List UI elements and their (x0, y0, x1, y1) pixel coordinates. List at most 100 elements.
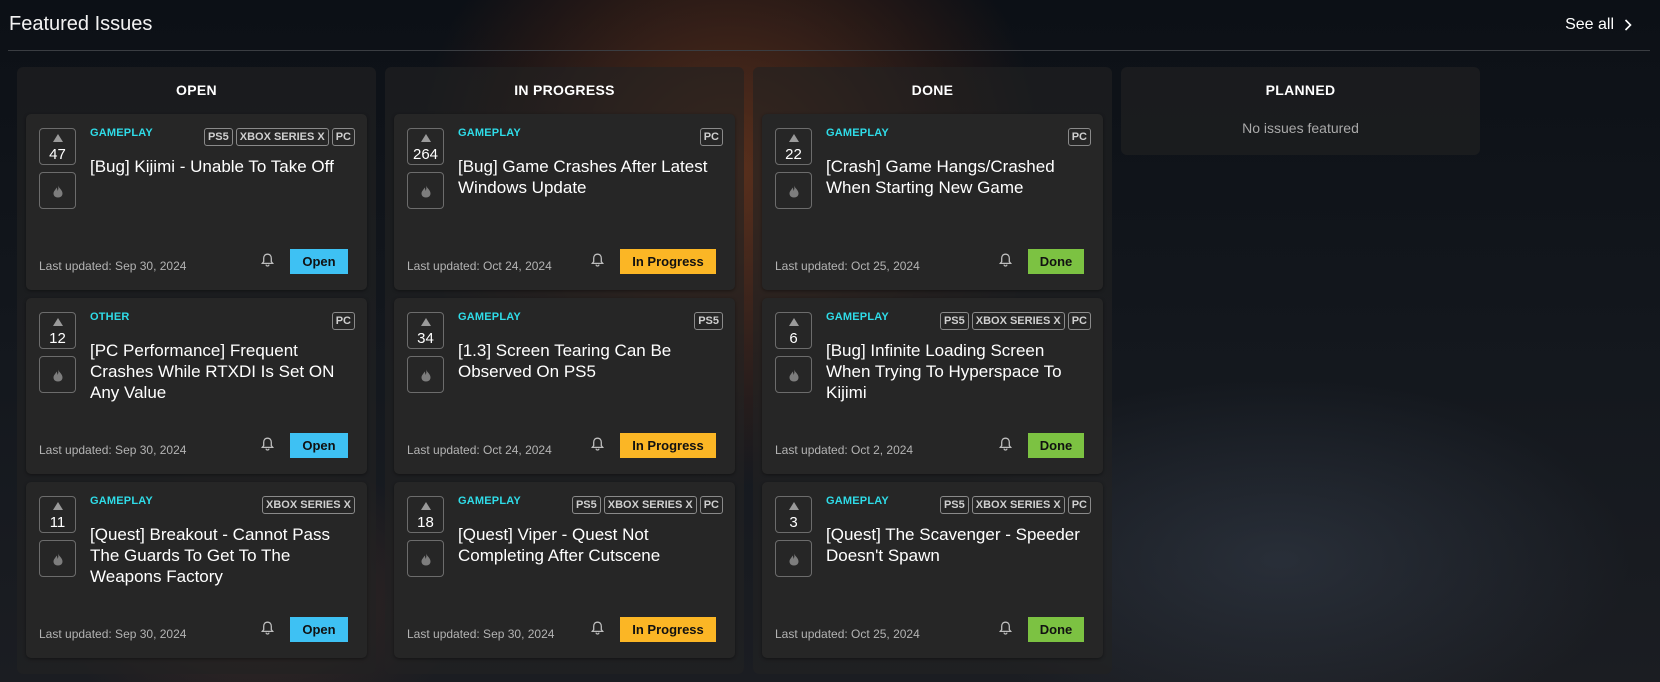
vote-count: 18 (417, 514, 434, 531)
flame-button[interactable] (407, 172, 444, 209)
flame-button[interactable] (39, 172, 76, 209)
bell-icon[interactable] (591, 621, 604, 635)
issue-title-link[interactable]: [Crash] Game Hangs/Crashed When Starting… (826, 156, 1088, 198)
vote-count: 11 (49, 514, 66, 531)
vote-count: 34 (417, 330, 434, 347)
issue-card: 18 GAMEPLAY PS5 XBOX SERIES X PC [Quest] Vipe… (394, 482, 735, 658)
bell-icon[interactable] (591, 253, 604, 267)
category-label: GAMEPLAY (458, 127, 521, 139)
issue-title-link[interactable]: [Bug] Game Crashes After Latest Windows … (458, 156, 720, 198)
bell-icon[interactable] (999, 437, 1012, 451)
upvote-button[interactable]: 3 (775, 496, 812, 533)
issue-card: 34 GAMEPLAY PS5 [1.3] Screen Tearing Can Be… (394, 298, 735, 474)
platform-tag: PS5 (939, 312, 969, 330)
last-updated-text: Last updated: Oct 25, 2024 (775, 627, 920, 641)
category-label: GAMEPLAY (826, 311, 889, 323)
flame-icon (53, 369, 63, 382)
vote-count: 6 (789, 330, 798, 347)
flame-icon (421, 369, 431, 382)
upvote-button[interactable]: 12 (39, 312, 76, 349)
issue-card: 264 GAMEPLAY PC [Bug] Game Crashes After La… (394, 114, 735, 290)
platform-tags: PC (331, 312, 355, 330)
column-title: OPEN (176, 82, 217, 98)
flame-button[interactable] (407, 356, 444, 393)
issue-card: 3 GAMEPLAY PS5 XBOX SERIES X PC [Quest] The S… (762, 482, 1103, 658)
platform-tag: XBOX SERIES X (971, 312, 1065, 330)
status-badge[interactable]: In Progress (620, 249, 716, 274)
issue-title-link[interactable]: [1.3] Screen Tearing Can Be Observed On … (458, 340, 720, 382)
flame-icon (53, 185, 63, 198)
category-label: GAMEPLAY (458, 495, 521, 507)
status-badge[interactable]: Open (290, 433, 348, 458)
platform-tag: PS5 (694, 312, 723, 330)
platform-tag: PS5 (571, 496, 601, 514)
bell-icon[interactable] (261, 253, 274, 267)
last-updated-text: Last updated: Sep 30, 2024 (39, 443, 187, 457)
status-badge[interactable]: Open (290, 617, 348, 642)
platform-tags: PC (699, 128, 723, 146)
flame-button[interactable] (775, 356, 812, 393)
bell-icon[interactable] (591, 437, 604, 451)
platform-tag: PC (1067, 128, 1091, 146)
category-label: GAMEPLAY (826, 495, 889, 507)
last-updated-text: Last updated: Sep 30, 2024 (39, 259, 187, 273)
flame-button[interactable] (407, 540, 444, 577)
flame-button[interactable] (775, 540, 812, 577)
up-arrow-icon (788, 318, 799, 326)
column-in-progress: IN PROGRESS 264 GAMEPLAY PC [Bug] Game Crash… (385, 67, 744, 674)
bell-icon[interactable] (999, 253, 1012, 267)
chevron-right-icon (1624, 19, 1632, 31)
status-badge[interactable]: In Progress (620, 617, 716, 642)
upvote-button[interactable]: 22 (775, 128, 812, 165)
status-badge[interactable]: Done (1028, 249, 1084, 274)
last-updated-text: Last updated: Oct 24, 2024 (407, 443, 552, 457)
issue-title-link[interactable]: [PC Performance] Frequent Crashes While … (90, 340, 352, 403)
platform-tag: PC (699, 128, 723, 146)
bell-icon[interactable] (999, 621, 1012, 635)
status-badge[interactable]: In Progress (620, 433, 716, 458)
platform-tags: XBOX SERIES X (262, 496, 355, 514)
vote-count: 264 (412, 146, 439, 163)
column-title: DONE (911, 82, 954, 98)
column-planned: PLANNED No issues featured (1121, 67, 1480, 155)
platform-tags: PS5 (694, 312, 723, 330)
bell-icon[interactable] (261, 621, 274, 635)
platform-tag: XBOX SERIES X (971, 496, 1065, 514)
platform-tags: PC (1067, 128, 1091, 146)
upvote-button[interactable]: 47 (39, 128, 76, 165)
bell-icon[interactable] (261, 437, 274, 451)
status-badge[interactable]: Done (1028, 433, 1084, 458)
empty-state-text: No issues featured (1242, 120, 1359, 136)
issue-title-link[interactable]: [Bug] Infinite Loading Screen When Tryin… (826, 340, 1088, 403)
status-badge[interactable]: Done (1028, 617, 1084, 642)
flame-button[interactable] (39, 540, 76, 577)
see-all-link[interactable]: See all (1565, 16, 1632, 34)
flame-icon (789, 185, 799, 198)
up-arrow-icon (788, 134, 799, 142)
upvote-button[interactable]: 11 (39, 496, 76, 533)
flame-icon (53, 553, 63, 566)
column-title: PLANNED (1265, 82, 1336, 98)
issue-title-link[interactable]: [Quest] The Scavenger - Speeder Doesn't … (826, 524, 1088, 566)
up-arrow-icon (52, 502, 63, 510)
issue-title-link[interactable]: [Quest] Viper - Quest Not Completing Aft… (458, 524, 720, 566)
issue-card: 11 GAMEPLAY XBOX SERIES X [Quest] Breakout … (26, 482, 367, 658)
issue-title-link[interactable]: [Quest] Breakout - Cannot Pass The Guard… (90, 524, 352, 587)
platform-tag: XBOX SERIES X (235, 128, 329, 146)
status-badge[interactable]: Open (290, 249, 348, 274)
upvote-button[interactable]: 264 (407, 128, 444, 165)
vote-count: 47 (49, 146, 66, 163)
section-title: Featured Issues (9, 13, 153, 35)
category-label: GAMEPLAY (90, 495, 153, 507)
category-label: OTHER (90, 311, 130, 323)
upvote-button[interactable]: 6 (775, 312, 812, 349)
platform-tag: PC (1067, 496, 1091, 514)
issue-title-link[interactable]: [Bug] Kijimi - Unable To Take Off (90, 156, 352, 177)
upvote-button[interactable]: 18 (407, 496, 444, 533)
upvote-button[interactable]: 34 (407, 312, 444, 349)
featured-issues-header: Featured Issues See all (8, 0, 1650, 51)
category-label: GAMEPLAY (826, 127, 889, 139)
flame-button[interactable] (775, 172, 812, 209)
platform-tags: PS5 XBOX SERIES X PC (939, 496, 1091, 514)
flame-button[interactable] (39, 356, 76, 393)
